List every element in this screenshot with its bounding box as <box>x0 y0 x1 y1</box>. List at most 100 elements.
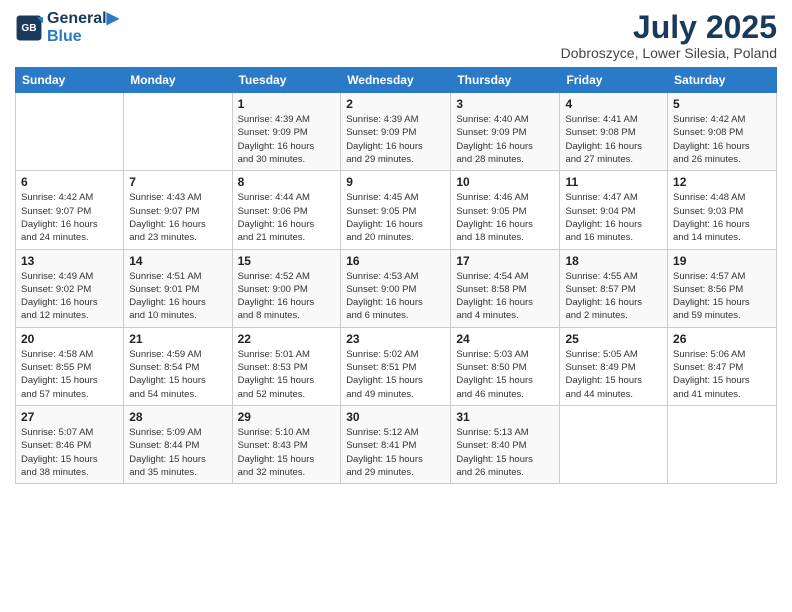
cell-sun-info: Sunrise: 4:42 AM Sunset: 9:08 PM Dayligh… <box>673 113 771 166</box>
day-number: 29 <box>238 410 336 424</box>
day-number: 13 <box>21 254 118 268</box>
cell-sun-info: Sunrise: 4:53 AM Sunset: 9:00 PM Dayligh… <box>346 270 445 323</box>
cell-sun-info: Sunrise: 4:44 AM Sunset: 9:06 PM Dayligh… <box>238 191 336 244</box>
day-number: 20 <box>21 332 118 346</box>
cell-sun-info: Sunrise: 4:45 AM Sunset: 9:05 PM Dayligh… <box>346 191 445 244</box>
cell-sun-info: Sunrise: 4:52 AM Sunset: 9:00 PM Dayligh… <box>238 270 336 323</box>
calendar-cell: 8 Sunrise: 4:44 AM Sunset: 9:06 PM Daylig… <box>232 171 341 249</box>
day-number: 11 <box>565 175 662 189</box>
cell-sun-info: Sunrise: 4:49 AM Sunset: 9:02 PM Dayligh… <box>21 270 118 323</box>
day-number: 2 <box>346 97 445 111</box>
day-number: 23 <box>346 332 445 346</box>
day-number: 3 <box>456 97 554 111</box>
calendar-cell: 11 Sunrise: 4:47 AM Sunset: 9:04 PM Dayli… <box>560 171 668 249</box>
day-number: 26 <box>673 332 771 346</box>
calendar-cell: 30 Sunrise: 5:12 AM Sunset: 8:41 PM Dayli… <box>341 405 451 483</box>
calendar-cell: 29 Sunrise: 5:10 AM Sunset: 8:43 PM Dayli… <box>232 405 341 483</box>
day-number: 30 <box>346 410 445 424</box>
day-number: 25 <box>565 332 662 346</box>
title-block: July 2025 Dobroszyce, Lower Silesia, Pol… <box>561 10 777 61</box>
cell-sun-info: Sunrise: 5:13 AM Sunset: 8:40 PM Dayligh… <box>456 426 554 479</box>
day-number: 15 <box>238 254 336 268</box>
calendar-cell <box>16 93 124 171</box>
day-number: 4 <box>565 97 662 111</box>
calendar-cell: 27Sunrise: 5:07 AM Sunset: 8:46 PM Dayli… <box>16 405 124 483</box>
logo-icon: GB <box>15 14 43 42</box>
calendar-cell: 6Sunrise: 4:42 AM Sunset: 9:07 PM Daylig… <box>16 171 124 249</box>
day-header-saturday: Saturday <box>668 68 777 93</box>
day-number: 28 <box>129 410 226 424</box>
day-number: 31 <box>456 410 554 424</box>
calendar-week-4: 20 Sunrise: 4:58 AM Sunset: 8:55 PM Dayli… <box>16 327 777 405</box>
cell-sun-info: Sunrise: 4:47 AM Sunset: 9:04 PM Dayligh… <box>565 191 662 244</box>
day-number: 21 <box>129 332 226 346</box>
calendar-cell: 22Sunrise: 5:01 AM Sunset: 8:53 PM Dayli… <box>232 327 341 405</box>
calendar-cell: 2 Sunrise: 4:39 AM Sunset: 9:09 PM Daylig… <box>341 93 451 171</box>
cell-sun-info: Sunrise: 5:02 AM Sunset: 8:51 PM Dayligh… <box>346 348 445 401</box>
cell-sun-info: Sunrise: 5:06 AM Sunset: 8:47 PM Dayligh… <box>673 348 771 401</box>
cell-sun-info: Sunrise: 4:46 AM Sunset: 9:05 PM Dayligh… <box>456 191 554 244</box>
calendar-cell: 25 Sunrise: 5:05 AM Sunset: 8:49 PM Dayli… <box>560 327 668 405</box>
calendar-cell <box>560 405 668 483</box>
calendar-cell: 21Sunrise: 4:59 AM Sunset: 8:54 PM Dayli… <box>124 327 232 405</box>
day-number: 5 <box>673 97 771 111</box>
day-number: 14 <box>129 254 226 268</box>
month-title: July 2025 <box>561 10 777 45</box>
calendar-cell: 5 Sunrise: 4:42 AM Sunset: 9:08 PM Daylig… <box>668 93 777 171</box>
calendar-cell: 4Sunrise: 4:41 AM Sunset: 9:08 PM Daylig… <box>560 93 668 171</box>
day-number: 10 <box>456 175 554 189</box>
day-header-friday: Friday <box>560 68 668 93</box>
calendar-week-2: 6Sunrise: 4:42 AM Sunset: 9:07 PM Daylig… <box>16 171 777 249</box>
calendar-cell: 16 Sunrise: 4:53 AM Sunset: 9:00 PM Dayli… <box>341 249 451 327</box>
calendar-cell: 1 Sunrise: 4:39 AM Sunset: 9:09 PM Daylig… <box>232 93 341 171</box>
cell-sun-info: Sunrise: 4:39 AM Sunset: 9:09 PM Dayligh… <box>346 113 445 166</box>
location-subtitle: Dobroszyce, Lower Silesia, Poland <box>561 45 777 61</box>
calendar-cell: 17Sunrise: 4:54 AM Sunset: 8:58 PM Dayli… <box>451 249 560 327</box>
day-number: 7 <box>129 175 226 189</box>
calendar-week-5: 27Sunrise: 5:07 AM Sunset: 8:46 PM Dayli… <box>16 405 777 483</box>
calendar-cell: 19Sunrise: 4:57 AM Sunset: 8:56 PM Dayli… <box>668 249 777 327</box>
cell-sun-info: Sunrise: 4:42 AM Sunset: 9:07 PM Dayligh… <box>21 191 118 244</box>
day-number: 19 <box>673 254 771 268</box>
logo: GB General▶ Blue <box>15 10 119 45</box>
day-number: 8 <box>238 175 336 189</box>
calendar-week-1: 1 Sunrise: 4:39 AM Sunset: 9:09 PM Daylig… <box>16 93 777 171</box>
cell-sun-info: Sunrise: 5:03 AM Sunset: 8:50 PM Dayligh… <box>456 348 554 401</box>
calendar-cell: 14 Sunrise: 4:51 AM Sunset: 9:01 PM Dayli… <box>124 249 232 327</box>
day-header-sunday: Sunday <box>16 68 124 93</box>
calendar-cell: 20 Sunrise: 4:58 AM Sunset: 8:55 PM Dayli… <box>16 327 124 405</box>
calendar-cell <box>124 93 232 171</box>
day-header-tuesday: Tuesday <box>232 68 341 93</box>
day-number: 12 <box>673 175 771 189</box>
cell-sun-info: Sunrise: 4:54 AM Sunset: 8:58 PM Dayligh… <box>456 270 554 323</box>
cell-sun-info: Sunrise: 4:39 AM Sunset: 9:09 PM Dayligh… <box>238 113 336 166</box>
calendar-page: GB General▶ Blue July 2025 Dobroszyce, L… <box>0 0 792 612</box>
cell-sun-info: Sunrise: 5:07 AM Sunset: 8:46 PM Dayligh… <box>21 426 118 479</box>
calendar-cell: 10 Sunrise: 4:46 AM Sunset: 9:05 PM Dayli… <box>451 171 560 249</box>
cell-sun-info: Sunrise: 5:12 AM Sunset: 8:41 PM Dayligh… <box>346 426 445 479</box>
calendar-cell: 24Sunrise: 5:03 AM Sunset: 8:50 PM Dayli… <box>451 327 560 405</box>
cell-sun-info: Sunrise: 4:48 AM Sunset: 9:03 PM Dayligh… <box>673 191 771 244</box>
calendar-cell: 3 Sunrise: 4:40 AM Sunset: 9:09 PM Daylig… <box>451 93 560 171</box>
cell-sun-info: Sunrise: 5:10 AM Sunset: 8:43 PM Dayligh… <box>238 426 336 479</box>
calendar-cell: 7 Sunrise: 4:43 AM Sunset: 9:07 PM Daylig… <box>124 171 232 249</box>
day-header-thursday: Thursday <box>451 68 560 93</box>
calendar-cell: 13 Sunrise: 4:49 AM Sunset: 9:02 PM Dayli… <box>16 249 124 327</box>
cell-sun-info: Sunrise: 5:05 AM Sunset: 8:49 PM Dayligh… <box>565 348 662 401</box>
calendar-cell: 31 Sunrise: 5:13 AM Sunset: 8:40 PM Dayli… <box>451 405 560 483</box>
cell-sun-info: Sunrise: 4:40 AM Sunset: 9:09 PM Dayligh… <box>456 113 554 166</box>
cell-sun-info: Sunrise: 4:51 AM Sunset: 9:01 PM Dayligh… <box>129 270 226 323</box>
logo-text: General▶ Blue <box>47 10 119 45</box>
calendar-week-3: 13 Sunrise: 4:49 AM Sunset: 9:02 PM Dayli… <box>16 249 777 327</box>
header: GB General▶ Blue July 2025 Dobroszyce, L… <box>15 10 777 61</box>
day-header-wednesday: Wednesday <box>341 68 451 93</box>
calendar-cell <box>668 405 777 483</box>
day-number: 1 <box>238 97 336 111</box>
cell-sun-info: Sunrise: 4:58 AM Sunset: 8:55 PM Dayligh… <box>21 348 118 401</box>
calendar-cell: 23 Sunrise: 5:02 AM Sunset: 8:51 PM Dayli… <box>341 327 451 405</box>
day-number: 16 <box>346 254 445 268</box>
calendar-cell: 15 Sunrise: 4:52 AM Sunset: 9:00 PM Dayli… <box>232 249 341 327</box>
calendar-cell: 18Sunrise: 4:55 AM Sunset: 8:57 PM Dayli… <box>560 249 668 327</box>
cell-sun-info: Sunrise: 4:43 AM Sunset: 9:07 PM Dayligh… <box>129 191 226 244</box>
day-number: 22 <box>238 332 336 346</box>
